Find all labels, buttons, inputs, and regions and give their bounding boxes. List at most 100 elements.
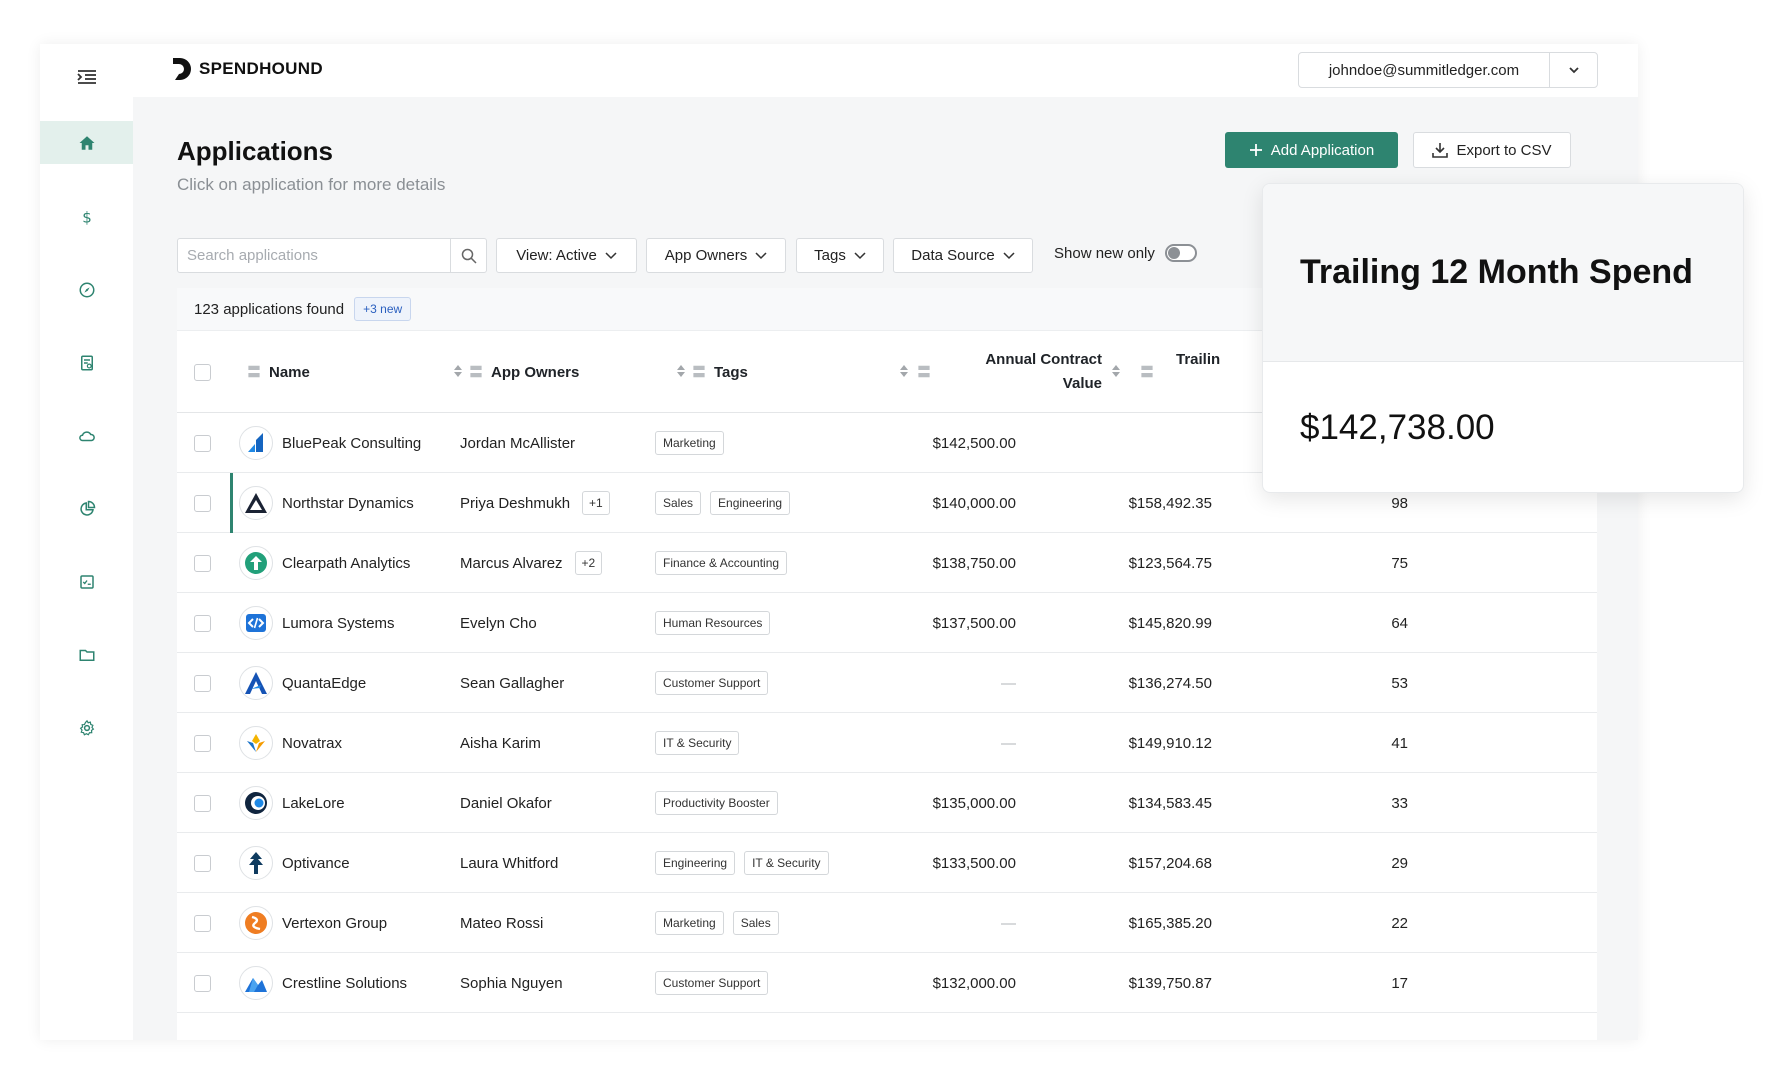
row-checkbox[interactable]	[194, 734, 211, 752]
tag-chip: Productivity Booster	[655, 791, 778, 815]
table-row[interactable]: Crestline Solutions Sophia Nguyen Customer…	[177, 953, 1597, 1013]
column-owners-label: App Owners	[491, 363, 580, 381]
nav-files[interactable]	[40, 633, 133, 676]
drag-handle-icon[interactable]: 〓	[917, 331, 939, 413]
sort-acv-icon[interactable]	[1112, 365, 1120, 377]
show-new-only: Show new only	[1054, 244, 1197, 262]
app-name[interactable]: Clearpath Analytics	[282, 555, 410, 572]
spendhound-logo-icon	[173, 58, 191, 80]
table-row[interactable]: Lumora Systems Evelyn Cho Human Resources $…	[177, 593, 1597, 653]
tags-filter[interactable]: Tags	[796, 238, 884, 273]
search-button[interactable]	[450, 239, 486, 272]
row-checkbox[interactable]	[194, 914, 211, 932]
column-header-tags[interactable]: 〓 Tags	[692, 331, 748, 413]
app-owner: Priya Deshmukh	[460, 494, 571, 512]
row-checkbox[interactable]	[194, 794, 211, 812]
trailing-spend: $134,583.45	[1128, 794, 1212, 812]
show-new-only-toggle[interactable]	[1164, 244, 1197, 262]
nav-tasks[interactable]	[40, 560, 133, 603]
tag-chip: IT & Security	[655, 731, 740, 755]
column-trailing-label: Trailin	[1176, 350, 1221, 368]
table-row[interactable]: Optivance Laura Whitford Engineering IT & S…	[177, 833, 1597, 893]
annual-contract-value: $138,750.00	[932, 554, 1016, 572]
table-row[interactable]: QuantaEdge Sean Gallagher Customer Support…	[177, 653, 1597, 713]
nav-cloud[interactable]	[40, 414, 133, 457]
search-input[interactable]	[178, 239, 450, 272]
tag-chip: IT & Security	[744, 851, 829, 875]
data-source-filter[interactable]: Data Source	[893, 238, 1033, 273]
row-checkbox[interactable]	[194, 674, 211, 692]
column-name-label: Name	[269, 363, 310, 381]
view-filter[interactable]: View: Active	[496, 238, 637, 273]
table-row[interactable]: LakeLore Daniel Okafor Productivity Booste…	[177, 773, 1597, 833]
nav-reports[interactable]	[40, 341, 133, 384]
app-name[interactable]: Optivance	[282, 855, 350, 872]
more-owners-badge[interactable]: +2	[574, 551, 603, 575]
sort-tags-icon[interactable]	[900, 365, 908, 377]
sort-owners-icon[interactable]	[677, 365, 685, 377]
trailing-spend: $158,492.35	[1128, 494, 1212, 512]
app-name[interactable]: Novatrax	[282, 735, 342, 752]
table-row[interactable]: Vertexon Group Mateo Rossi Marketing Sales —…	[177, 893, 1597, 953]
column-header-owners[interactable]: 〓 App Owners	[469, 331, 579, 413]
compass-icon	[79, 282, 94, 297]
results-count: 123 applications found	[194, 300, 345, 318]
row-checkbox[interactable]	[194, 974, 211, 992]
nav-spend[interactable]: $	[40, 195, 133, 238]
annual-contract-value: —	[1001, 914, 1016, 932]
add-application-button[interactable]: Add Application	[1225, 132, 1398, 168]
more-owners-badge[interactable]: +1	[582, 491, 610, 515]
drag-handle-icon[interactable]: 〓	[247, 362, 261, 382]
chevron-down-icon	[755, 251, 767, 259]
trailing-spend: $123,564.75	[1128, 554, 1212, 572]
app-name[interactable]: Vertexon Group	[282, 915, 387, 932]
annual-contract-value: —	[1001, 734, 1016, 752]
app-name[interactable]: Lumora Systems	[282, 615, 395, 632]
column-header-acv[interactable]: Annual Contract Value	[947, 331, 1102, 413]
home-icon	[79, 135, 94, 150]
search-box	[177, 238, 487, 273]
trailing-spend: $157,204.68	[1128, 854, 1212, 872]
quantaedge-logo-icon	[239, 666, 273, 700]
app-owner: Sophia Nguyen	[460, 974, 563, 992]
app-name[interactable]: QuantaEdge	[282, 675, 366, 692]
drag-handle-icon[interactable]: 〓	[692, 362, 706, 382]
app-name[interactable]: BluePeak Consulting	[282, 435, 421, 452]
app-name[interactable]: LakeLore	[282, 795, 345, 812]
bluepeak-logo-icon	[239, 426, 273, 460]
lumora-logo-icon	[239, 606, 273, 640]
table-body: BluePeak Consulting Jordan McAllister Mark…	[177, 413, 1597, 1013]
sort-name-icon[interactable]	[454, 365, 462, 377]
app-score: 64	[1391, 614, 1408, 632]
row-checkbox[interactable]	[194, 854, 211, 872]
app-owners-filter[interactable]: App Owners	[646, 238, 786, 273]
export-csv-button[interactable]: Export to CSV	[1413, 132, 1571, 168]
app-name[interactable]: Crestline Solutions	[282, 975, 407, 992]
nav-analytics[interactable]	[40, 487, 133, 530]
trailing-spend: $139,750.87	[1128, 974, 1212, 992]
column-acv-label-line1: Annual Contract	[985, 351, 1102, 368]
annual-contract-value: $132,000.00	[932, 974, 1016, 992]
menu-toggle-icon[interactable]	[72, 62, 102, 92]
row-checkbox[interactable]	[194, 554, 211, 572]
table-row[interactable]: Clearpath Analytics Marcus Alvarez +2 Finan…	[177, 533, 1597, 593]
nav-discover[interactable]	[40, 268, 133, 311]
drag-handle-icon[interactable]: 〓	[1140, 362, 1154, 382]
app-owner: Marcus Alvarez	[460, 554, 563, 572]
account-select[interactable]: johndoe@summitledger.com	[1298, 52, 1598, 88]
column-header-trailing[interactable]: 〓 Trailin	[1140, 318, 1220, 400]
new-apps-badge[interactable]: +3 new	[354, 297, 412, 321]
nav-settings[interactable]	[40, 706, 133, 749]
table-row[interactable]: Novatrax Aisha Karim IT & Security — $149,91…	[177, 713, 1597, 773]
app-name[interactable]: Northstar Dynamics	[282, 495, 414, 512]
cloud-icon	[78, 430, 95, 441]
row-checkbox[interactable]	[194, 434, 211, 452]
row-checkbox[interactable]	[194, 494, 211, 512]
nav-home[interactable]	[40, 121, 133, 164]
row-checkbox[interactable]	[194, 614, 211, 632]
drag-handle-icon[interactable]: 〓	[469, 362, 483, 382]
northstar-logo-icon	[239, 486, 273, 520]
column-header-name[interactable]: 〓 Name	[247, 331, 310, 413]
select-all-checkbox[interactable]	[194, 363, 211, 381]
brand-logo[interactable]: SPENDHOUND	[171, 56, 323, 82]
